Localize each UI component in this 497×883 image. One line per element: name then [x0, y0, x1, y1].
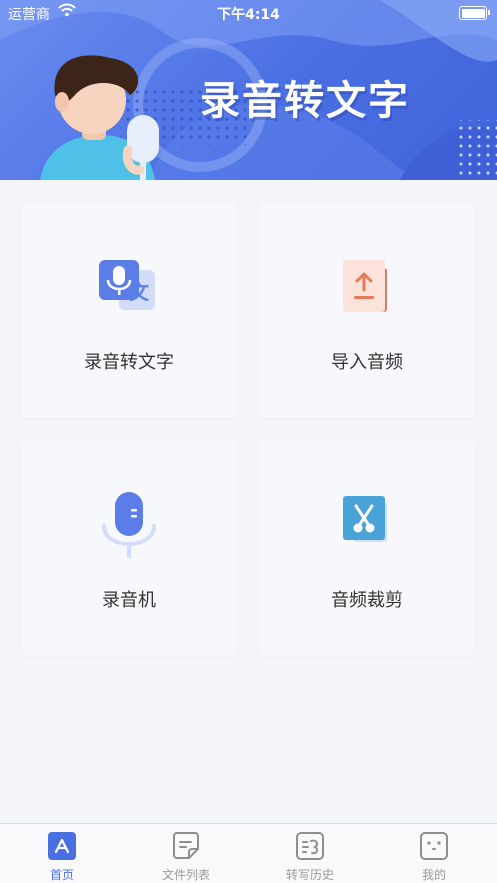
tab-home[interactable]: 首页	[0, 824, 124, 883]
card-voice-to-text[interactable]: 文 录音转文字	[21, 202, 237, 418]
card-label: 录音机	[102, 590, 156, 611]
banner-title: 录音转文字	[200, 78, 410, 124]
tab-history[interactable]: 转写历史	[248, 824, 372, 883]
home-icon	[48, 832, 76, 860]
status-bar: 运营商 下午4:14	[0, 0, 497, 26]
card-recorder[interactable]: 录音机	[21, 440, 237, 656]
history-icon	[296, 832, 324, 860]
microphone-icon	[102, 492, 156, 558]
tab-profile[interactable]: 我的	[372, 824, 496, 883]
card-label: 录音转文字	[84, 352, 174, 373]
file-list-icon	[173, 832, 199, 859]
scissors-icon	[343, 496, 387, 542]
status-time: 下午4:14	[217, 7, 280, 23]
tab-label: 文件列表	[161, 868, 210, 882]
tab-label: 首页	[49, 868, 74, 882]
header-banner: 运营商 下午4:14 录音转文字	[0, 0, 497, 180]
battery-icon	[459, 6, 490, 20]
tab-file-list[interactable]: 文件列表	[124, 824, 248, 883]
card-import-audio[interactable]: 导入音频	[259, 202, 475, 418]
voice-to-text-icon: 文	[99, 260, 155, 310]
import-audio-icon	[343, 260, 387, 312]
tab-label: 我的	[421, 868, 446, 882]
card-label: 音频裁剪	[331, 590, 403, 611]
tab-label: 转写历史	[285, 868, 334, 882]
bottom-tab-bar: 首页 文件列表 转写历史 我的	[0, 823, 497, 883]
profile-icon	[420, 832, 448, 860]
card-label: 导入音频	[331, 352, 403, 373]
card-audio-trim[interactable]: 音频裁剪	[259, 440, 475, 656]
